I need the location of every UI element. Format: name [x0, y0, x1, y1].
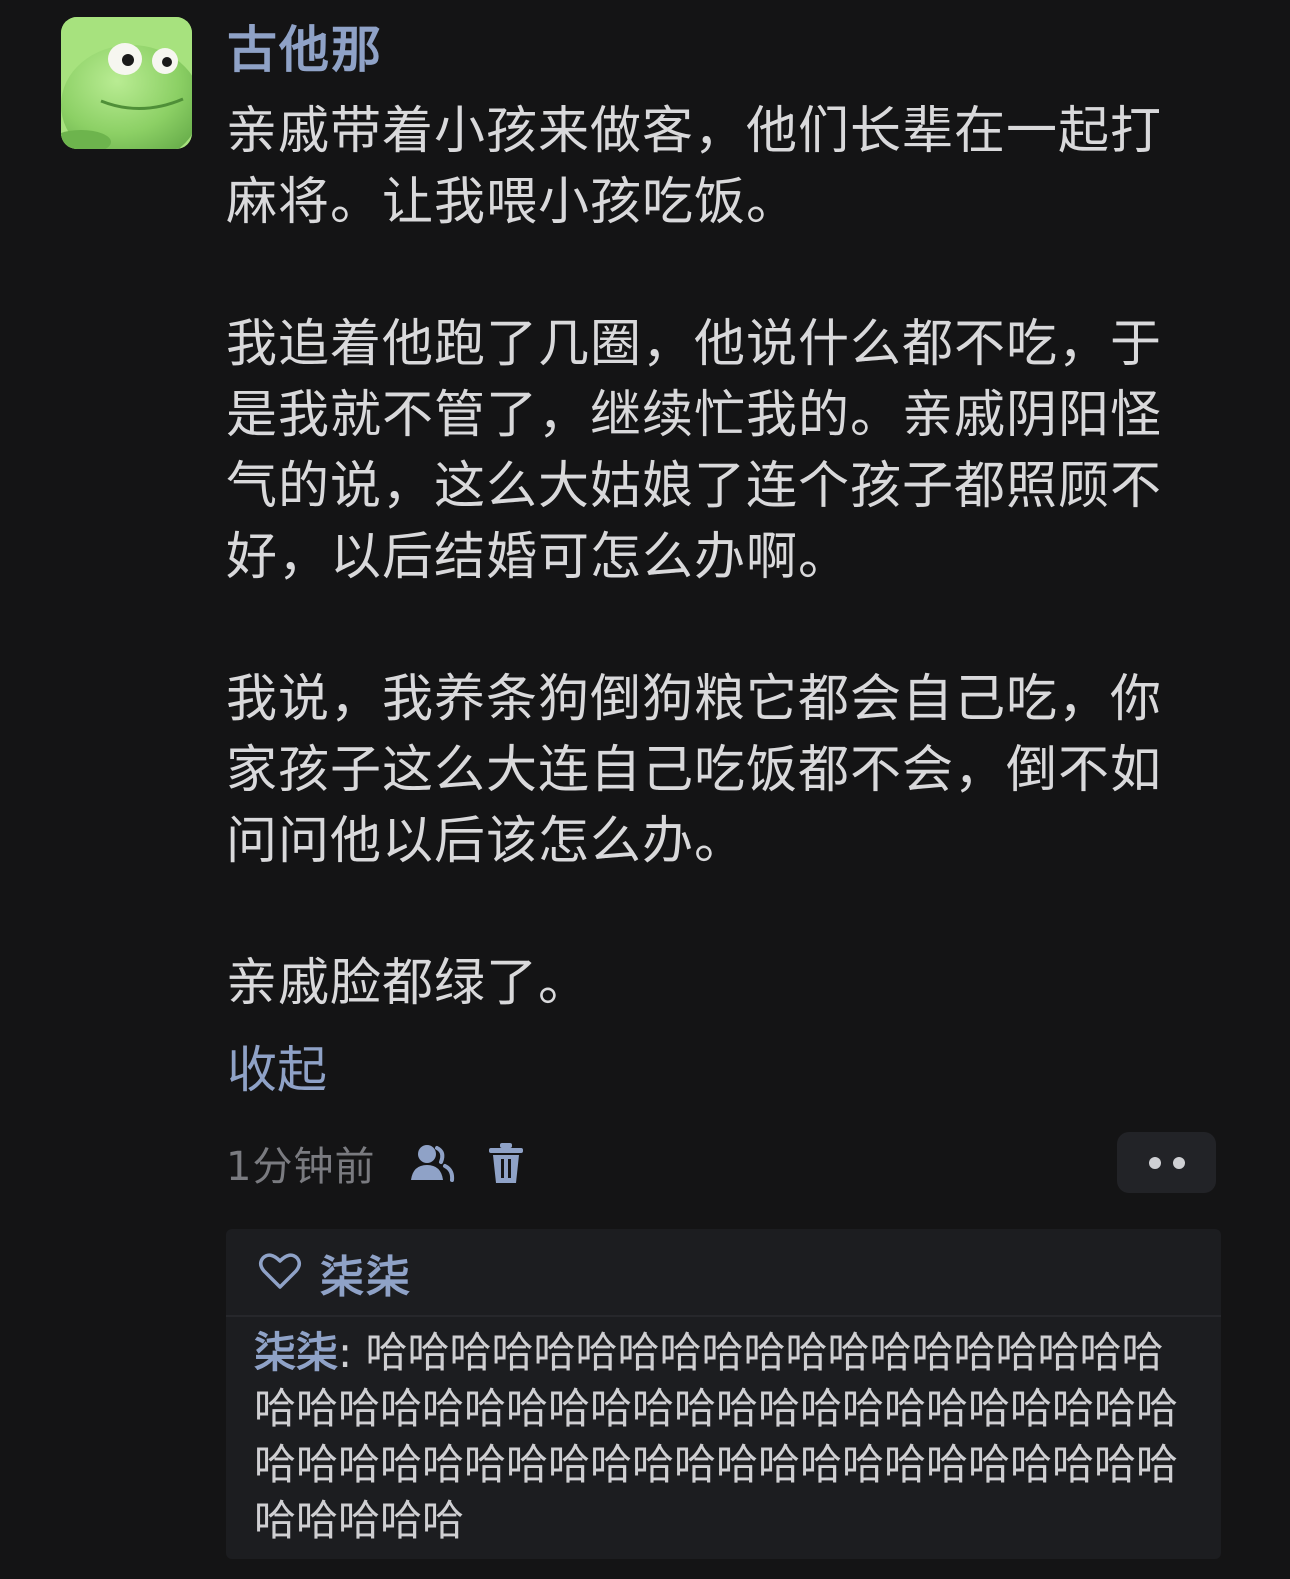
liked-by-user[interactable]: 柒柒 [320, 1241, 412, 1305]
post-meta: 1分钟前 [226, 1132, 525, 1194]
more-options-button[interactable] [1117, 1132, 1216, 1193]
reply-separator: : [338, 1328, 366, 1377]
post-body: 亲戚带着小孩来做客，他们长辈在一起打麻将。让我喂小孩吃饭。 我追着他跑了几圈，他… [226, 96, 1201, 1019]
post-paragraph: 亲戚带着小孩来做客，他们长辈在一起打麻将。让我喂小孩吃饭。 [226, 102, 1163, 232]
post-paragraph: 我追着他跑了几圈，他说什么都不吃，于是我就不管了，继续忙我的。亲戚阴阳怪气的说，… [226, 315, 1163, 587]
comment-post: 古他那 亲戚带着小孩来做客，他们长辈在一起打麻将。让我喂小孩吃饭。 我追着他跑了… [0, 0, 1290, 1579]
reply-content: 哈哈哈哈哈哈哈哈哈哈哈哈哈哈哈哈哈哈哈哈哈哈哈哈哈哈哈哈哈哈哈哈哈哈哈哈哈哈哈哈… [254, 1328, 1179, 1545]
user-icon[interactable] [407, 1142, 455, 1184]
collapse-link[interactable]: 收起 [227, 1035, 327, 1105]
reply-section: 柒柒 柒柒: 哈哈哈哈哈哈哈哈哈哈哈哈哈哈哈哈哈哈哈哈哈哈哈哈哈哈哈哈哈哈哈哈哈… [226, 1229, 1221, 1559]
heart-icon[interactable] [258, 1251, 302, 1295]
timestamp: 1分钟前 [226, 1144, 376, 1190]
username[interactable]: 古他那 [227, 18, 383, 82]
likes-row: 柒柒 [258, 1243, 412, 1303]
divider [226, 1315, 1221, 1317]
post-paragraph: 亲戚脸都绿了。 [226, 954, 591, 1013]
avatar[interactable] [61, 17, 192, 149]
more-dots-icon [1148, 1156, 1185, 1169]
reply-author[interactable]: 柒柒 [254, 1328, 338, 1377]
post-paragraph: 我说，我养条狗倒狗粮它都会自己吃，你家孩子这么大连自己吃饭都不会，倒不如问问他以… [226, 670, 1163, 871]
reply-item: 柒柒: 哈哈哈哈哈哈哈哈哈哈哈哈哈哈哈哈哈哈哈哈哈哈哈哈哈哈哈哈哈哈哈哈哈哈哈哈… [254, 1325, 1204, 1549]
frog-avatar-icon [61, 17, 192, 149]
trash-icon[interactable] [487, 1141, 525, 1185]
